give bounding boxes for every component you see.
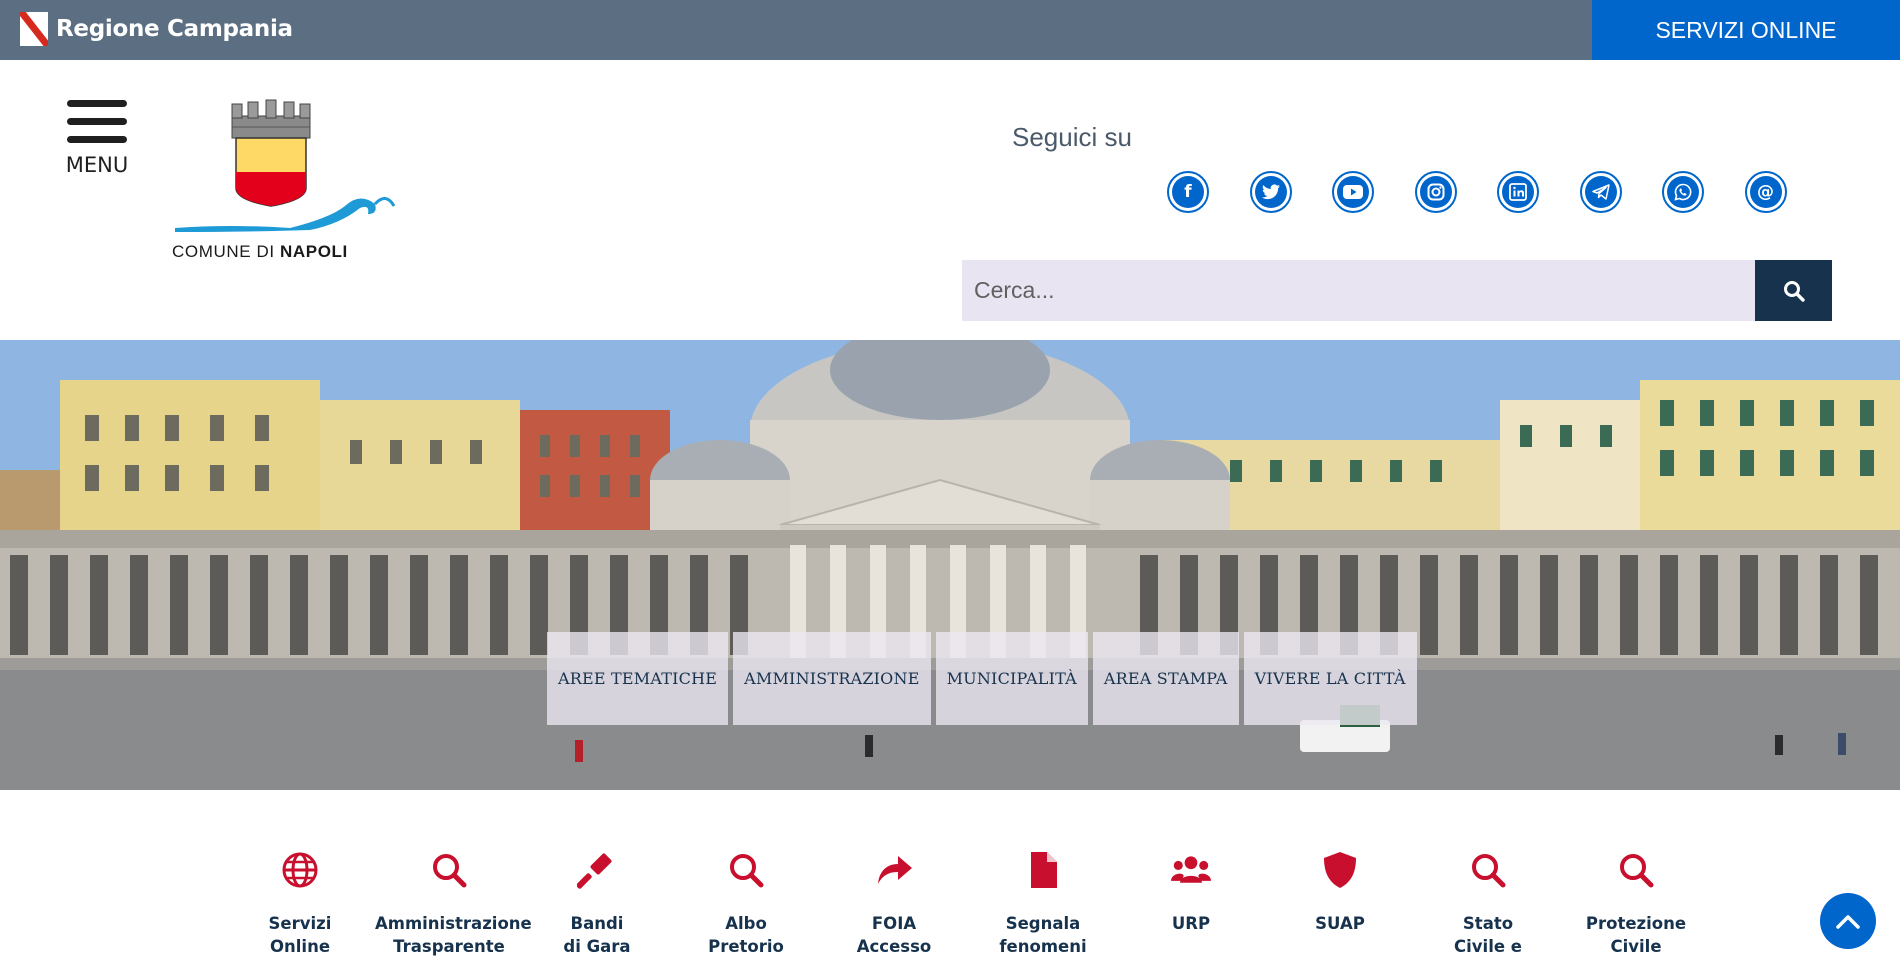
follow-label: Seguici su <box>1012 122 1132 152</box>
hamburger-icon-bar <box>67 118 127 125</box>
shield-icon <box>1324 852 1356 888</box>
top-bar: Regione Campania SERVIZI ONLINE <box>0 0 1900 60</box>
facebook-icon: f <box>1172 176 1204 208</box>
search-button[interactable] <box>1755 260 1832 321</box>
quick-link-label: Segnala fenomeni <box>999 914 1087 956</box>
instagram-icon <box>1419 176 1452 208</box>
quick-links: Servizi Online Amministrazione Trasparen… <box>0 790 1900 972</box>
linkedin-link[interactable] <box>1497 171 1539 213</box>
comune-napoli-logo[interactable]: COMUNE DI NAPOLI <box>170 96 410 266</box>
logo-text: COMUNE DI NAPOLI <box>172 242 348 262</box>
menu-button[interactable]: MENU <box>64 100 130 177</box>
file-icon <box>1031 852 1057 888</box>
quick-link-servizi-online[interactable]: Servizi Online <box>226 850 374 958</box>
region-label: Regione Campania <box>56 16 293 42</box>
servizi-online-button[interactable]: SERVIZI ONLINE <box>1592 0 1900 60</box>
instagram-link[interactable] <box>1414 171 1457 213</box>
threads-icon: @ <box>1749 176 1782 208</box>
quick-link-suap[interactable]: SUAP <box>1266 850 1414 935</box>
search-icon <box>1620 854 1654 888</box>
quick-link-label: Bandi di Gara <box>563 914 631 956</box>
search-icon <box>1472 854 1506 888</box>
share-arrow-icon <box>878 856 912 884</box>
quick-link-label: SUAP <box>1315 914 1365 933</box>
telegram-icon <box>1584 176 1617 208</box>
social-links: f @ <box>1167 171 1827 213</box>
quick-link-label: Servizi Online <box>268 914 332 956</box>
logo-text-bold: NAPOLI <box>280 242 348 261</box>
nav-aree-tematiche[interactable]: AREE TEMATICHE <box>547 632 729 725</box>
search-icon <box>1783 280 1805 302</box>
gavel-icon <box>577 853 612 889</box>
nav-area-stampa[interactable]: AREA STAMPA <box>1092 632 1239 725</box>
nav-amministrazione[interactable]: AMMINISTRAZIONE <box>733 632 931 725</box>
telegram-link[interactable] <box>1579 171 1622 213</box>
coat-of-arms-icon <box>175 99 396 232</box>
hamburger-icon <box>67 100 127 107</box>
quick-link-urp[interactable]: URP <box>1117 850 1265 935</box>
whatsapp-icon <box>1667 176 1699 208</box>
search-icon <box>730 854 764 888</box>
search-bar <box>962 260 1832 321</box>
region-link[interactable]: Regione Campania <box>20 12 293 46</box>
search-icon <box>433 854 467 888</box>
back-to-top-button[interactable] <box>1820 893 1876 949</box>
nav-vivere-la-citta[interactable]: VIVERE LA CITTÀ <box>1243 632 1417 725</box>
twitter-icon <box>1254 176 1287 208</box>
chevron-up-icon <box>1836 915 1860 929</box>
youtube-link[interactable] <box>1332 171 1374 213</box>
quick-link-label: Stato Civile e <box>1454 914 1522 956</box>
quick-link-label: Albo Pretorio <box>708 914 784 956</box>
hero-banner: AREE TEMATICHE AMMINISTRAZIONE MUNICIPAL… <box>0 340 1900 790</box>
quick-link-albo-pretorio[interactable]: Albo Pretorio <box>672 850 820 958</box>
quick-link-bandi-di-gara[interactable]: Bandi di Gara <box>523 850 671 958</box>
quick-link-label: Protezione Civile <box>1585 914 1687 956</box>
quick-link-stato-civile[interactable]: Stato Civile e <box>1414 850 1562 958</box>
threads-link[interactable]: @ <box>1744 171 1787 213</box>
menu-label: MENU <box>65 153 129 177</box>
whatsapp-link[interactable] <box>1662 171 1704 213</box>
quick-link-amministrazione-trasparente[interactable]: Amministrazione Trasparente <box>375 850 532 958</box>
quick-link-segnala-fenomeni[interactable]: Segnala fenomeni <box>969 850 1117 958</box>
facebook-link[interactable]: f <box>1167 171 1209 213</box>
quick-link-foia[interactable]: FOIA Accesso <box>820 850 968 958</box>
quick-link-label: Amministrazione Trasparente <box>375 914 532 956</box>
users-icon <box>1171 856 1211 883</box>
quick-link-label: FOIA Accesso <box>856 914 932 956</box>
hamburger-icon-bar <box>67 136 127 143</box>
globe-icon <box>282 852 318 888</box>
main-navigation: AREE TEMATICHE AMMINISTRAZIONE MUNICIPAL… <box>547 632 1422 725</box>
quick-link-protezione-civile[interactable]: Protezione Civile <box>1562 850 1710 958</box>
region-flag-icon <box>20 12 48 46</box>
logo-text-prefix: COMUNE DI <box>172 242 280 261</box>
header: MENU COMUNE DI NAPOLI Seguici su f @ Cer… <box>0 60 1900 340</box>
quick-link-label: URP <box>1171 914 1211 933</box>
twitter-link[interactable] <box>1249 171 1292 213</box>
youtube-icon <box>1337 176 1369 208</box>
search-input[interactable] <box>962 260 1755 321</box>
nav-municipalita[interactable]: MUNICIPALITÀ <box>935 632 1088 725</box>
linkedin-icon <box>1502 176 1534 208</box>
